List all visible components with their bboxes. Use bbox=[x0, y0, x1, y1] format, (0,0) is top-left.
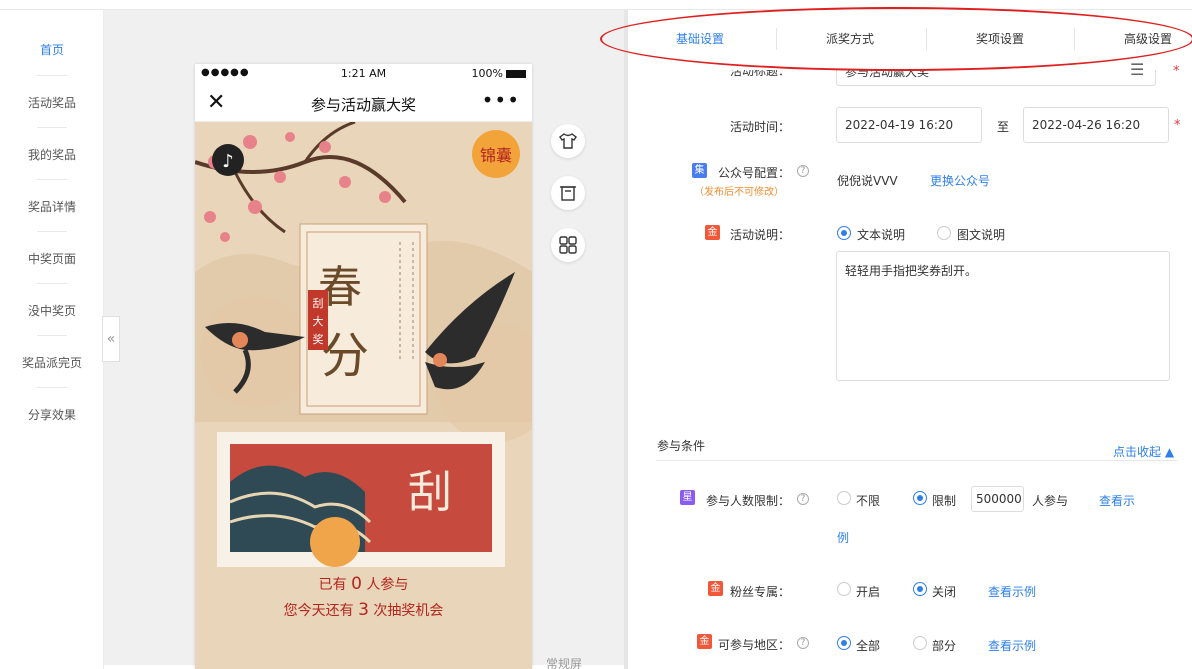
svg-text:♪: ♪ bbox=[222, 151, 234, 172]
nav-item-share[interactable]: 分享效果 bbox=[0, 406, 104, 423]
nav-divider bbox=[37, 335, 67, 336]
nav-divider bbox=[37, 387, 67, 388]
radio-rich-label: 图文说明 bbox=[957, 228, 1006, 242]
region-label: 可参与地区： bbox=[717, 638, 790, 652]
svg-text:奖: 奖 bbox=[313, 332, 324, 346]
radio-unlimited-label: 不限 bbox=[856, 494, 881, 508]
help-icon[interactable]: ? bbox=[797, 493, 809, 505]
left-nav: 首页 活动奖品 我的奖品 奖品详情 中奖页面 没中奖页 奖品派完页 分享效果 bbox=[0, 10, 104, 669]
participant-limit-value: 500000 bbox=[976, 492, 1022, 506]
theme-tool-button[interactable] bbox=[551, 124, 585, 158]
radio-region-all[interactable] bbox=[837, 636, 851, 650]
region-example-link[interactable]: 查看示例 bbox=[988, 637, 1036, 654]
nav-item-sold-out-page[interactable]: 奖品派完页 bbox=[0, 354, 104, 371]
end-time-input[interactable]: 2022-04-26 16:20 bbox=[1023, 107, 1169, 143]
poster-main-char-2: 分 bbox=[321, 328, 369, 384]
layout-tool-button[interactable] bbox=[551, 228, 585, 262]
nav-item-win-page[interactable]: 中奖页面 bbox=[0, 250, 104, 267]
trash-icon bbox=[560, 186, 576, 201]
svg-text:刮: 刮 bbox=[313, 296, 324, 310]
radio-fans-off[interactable] bbox=[913, 582, 927, 596]
annotation-ring bbox=[600, 7, 1192, 71]
nav-item-prize-detail[interactable]: 奖品详情 bbox=[0, 198, 104, 215]
svg-text:大: 大 bbox=[313, 314, 324, 328]
help-icon[interactable]: ? bbox=[797, 637, 809, 649]
official-account-value: 倪倪说VVV bbox=[837, 174, 898, 188]
battery-icon bbox=[506, 70, 526, 78]
top-border bbox=[0, 0, 1192, 10]
start-time-value: 2022-04-19 16:20 bbox=[845, 118, 954, 132]
participants-prefix: 已有 bbox=[318, 577, 347, 593]
end-time-value: 2022-04-26 16:20 bbox=[1032, 118, 1141, 132]
time-separator: 至 bbox=[997, 120, 1010, 134]
radio-region-part[interactable] bbox=[913, 636, 927, 650]
chances-count: 3 bbox=[358, 600, 369, 620]
required-mark: * bbox=[1173, 64, 1180, 79]
radio-text-description[interactable] bbox=[837, 226, 851, 240]
participants-count: 0 bbox=[351, 574, 362, 594]
participants-line: 已有 0 人参与 bbox=[195, 574, 532, 594]
nav-divider bbox=[37, 75, 67, 76]
nav-divider bbox=[37, 127, 67, 128]
shirt-icon bbox=[559, 133, 577, 149]
battery-indicator: 100% bbox=[472, 67, 526, 80]
chances-suffix: 次抽奖机会 bbox=[373, 603, 444, 619]
badge-text: 锦囊 bbox=[480, 146, 512, 165]
participant-example-link[interactable]: 查看示 bbox=[1099, 492, 1135, 509]
radio-rich-description[interactable] bbox=[937, 226, 951, 240]
participants-suffix: 人参与 bbox=[366, 577, 409, 593]
radio-text-label: 文本说明 bbox=[857, 228, 906, 242]
participant-limit-label: 参与人数限制： bbox=[705, 494, 790, 508]
nav-item-lose-page[interactable]: 没中奖页 bbox=[0, 302, 104, 319]
official-account-label: 公众号配置： bbox=[717, 166, 790, 180]
participant-limit-unit: 人参与 bbox=[1032, 494, 1069, 508]
radio-limited-label: 限制 bbox=[932, 494, 957, 508]
radio-fans-on[interactable] bbox=[837, 582, 851, 596]
fans-only-label: 粉丝专属： bbox=[729, 585, 790, 599]
text-editor-icon[interactable]: ☰ bbox=[1130, 60, 1144, 79]
participant-limit-input[interactable]: 500000 bbox=[971, 486, 1024, 512]
scratch-char: 刮 bbox=[408, 467, 452, 518]
screen-mode-label[interactable]: 常规屏 bbox=[546, 655, 582, 669]
description-textarea[interactable]: 轻轻用手指把奖券刮开。 bbox=[836, 251, 1170, 381]
nav-item-prizes[interactable]: 活动奖品 bbox=[0, 94, 104, 111]
nav-item-my-prizes[interactable]: 我的奖品 bbox=[0, 146, 104, 163]
status-bar: ●●●●● 1:21 AM 100% bbox=[195, 64, 532, 84]
delete-tool-button[interactable] bbox=[551, 176, 585, 210]
collapse-section-link[interactable]: 点击收起 ▲ bbox=[1113, 443, 1174, 460]
nav-divider bbox=[37, 179, 67, 180]
phone-titlebar: ✕ 参与活动赢大奖 ••• bbox=[195, 84, 532, 122]
radio-fans-on-label: 开启 bbox=[856, 585, 881, 599]
radio-fans-off-label: 关闭 bbox=[932, 585, 957, 599]
conditions-section-title: 参与条件 bbox=[657, 439, 706, 453]
phone-preview: ●●●●● 1:21 AM 100% ✕ 参与活动赢大奖 ••• ♪ 锦囊 春 … bbox=[195, 64, 532, 669]
fans-example-link[interactable]: 查看示例 bbox=[988, 583, 1036, 600]
official-account-note: （发布后不可修改） bbox=[694, 187, 784, 198]
chances-line: 您今天还有 3 次抽奖机会 bbox=[195, 600, 532, 620]
radio-region-all-label: 全部 bbox=[856, 639, 881, 653]
description-label: 活动说明： bbox=[729, 228, 790, 242]
help-icon[interactable]: ? bbox=[797, 165, 809, 177]
nav-divider bbox=[37, 283, 67, 284]
nav-divider bbox=[37, 231, 67, 232]
change-account-link[interactable]: 更换公众号 bbox=[930, 172, 990, 189]
battery-text: 100% bbox=[471, 67, 503, 80]
activity-time-label: 活动时间： bbox=[729, 120, 790, 134]
participant-example-link-wrap[interactable]: 例 bbox=[837, 529, 849, 546]
radio-unlimited[interactable] bbox=[837, 491, 851, 505]
grid-icon bbox=[559, 236, 577, 254]
section-divider bbox=[656, 460, 1178, 461]
description-value: 轻轻用手指把奖券刮开。 bbox=[845, 264, 978, 278]
radio-region-part-label: 部分 bbox=[932, 639, 957, 653]
activity-poster: ♪ 锦囊 春 分 刮 大 奖 刮 已有 0 人参与 您今天还有 3 次抽奖机会 bbox=[195, 122, 532, 669]
start-time-input[interactable]: 2022-04-19 16:20 bbox=[836, 107, 982, 143]
radio-limited[interactable] bbox=[913, 491, 927, 505]
required-mark: * bbox=[1174, 118, 1181, 133]
chances-prefix: 您今天还有 bbox=[283, 603, 354, 619]
more-icon[interactable]: ••• bbox=[482, 88, 520, 112]
collapse-nav-button[interactable]: « bbox=[102, 316, 120, 362]
nav-item-home[interactable]: 首页 bbox=[0, 41, 104, 58]
